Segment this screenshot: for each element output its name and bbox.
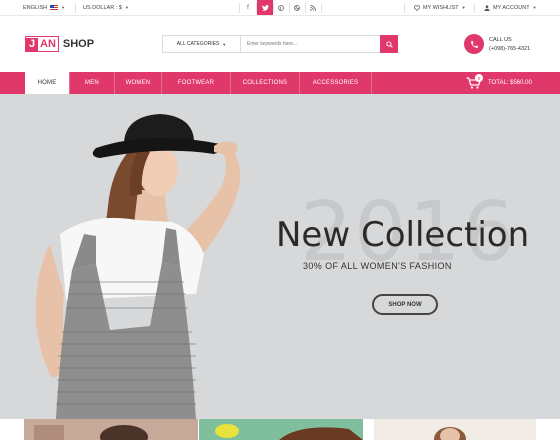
search-bar: ALL CATEGORIES ▼	[162, 35, 398, 53]
nav-item-accessories[interactable]: ACCESSORIES	[300, 72, 371, 94]
phone-icon	[464, 34, 484, 54]
logo-wordmark: SHOP	[62, 38, 95, 50]
rss-icon[interactable]	[305, 0, 321, 15]
wishlist-label: MY WISHLIST	[423, 4, 459, 11]
nav-item-collections[interactable]: COLLECTIONS	[231, 72, 299, 94]
cart-count-badge: 0	[475, 74, 483, 82]
chevron-down-icon: ▼	[124, 5, 129, 10]
hero-subtitle: 30% OF ALL WOMEN'S FASHION	[303, 261, 452, 271]
account-label: MY ACCOUNT	[493, 4, 530, 11]
category-dropdown[interactable]: ALL CATEGORIES ▼	[163, 36, 241, 52]
call-info: CALL US (+098)-765-4321	[489, 36, 530, 54]
dribbble-icon[interactable]	[289, 0, 305, 15]
category-banner-3[interactable]	[374, 419, 536, 440]
site-logo[interactable]: J AN SHOP	[25, 36, 94, 52]
chevron-down-icon: ▼	[61, 5, 66, 10]
category-banner-1[interactable]	[24, 419, 198, 440]
chevron-down-icon: ▼	[532, 5, 537, 10]
search-button[interactable]	[380, 35, 398, 53]
pinterest-icon[interactable]	[273, 0, 289, 15]
us-flag-icon	[50, 5, 59, 10]
language-selector[interactable]: ENGLISH ▼	[23, 0, 65, 15]
call-label: CALL US	[489, 37, 512, 43]
phone-number: (+098)-765-4321	[489, 46, 531, 52]
category-label: ALL CATEGORIES	[176, 41, 220, 47]
search-input[interactable]	[241, 36, 380, 52]
nav-item-women[interactable]: WOMEN	[115, 72, 161, 94]
nav-item-men[interactable]: MEN	[70, 72, 114, 94]
nav-item-footwear[interactable]: FOOTWEAR	[162, 72, 230, 94]
logo-mark: J AN	[25, 36, 59, 52]
hero-model-image	[35, 114, 241, 419]
facebook-icon[interactable]: f	[240, 0, 256, 15]
chevron-down-icon: ▼	[461, 5, 466, 10]
logo-letter: J	[26, 37, 38, 51]
currency-selector[interactable]: US DOLLAR : $ ▼	[83, 0, 129, 15]
account-link[interactable]: MY ACCOUNT ▼	[484, 0, 537, 15]
cart-total[interactable]: TOTAL: $560.00	[488, 72, 532, 94]
logo-text: AN	[40, 38, 56, 50]
category-banner-2[interactable]	[199, 419, 363, 440]
top-bar: ENGLISH ▼ US DOLLAR : $ ▼ f MY WISHLIST …	[0, 0, 560, 16]
search-icon	[385, 40, 393, 48]
main-nav: HOME MEN WOMEN FOOTWEAR COLLECTIONS ACCE…	[0, 72, 560, 94]
nav-item-home[interactable]: HOME	[25, 72, 69, 94]
shop-now-button[interactable]: SHOP NOW	[372, 294, 438, 315]
wishlist-link[interactable]: MY WISHLIST ▼	[414, 0, 466, 15]
twitter-icon[interactable]	[257, 0, 273, 15]
heart-icon	[414, 4, 420, 11]
chevron-down-icon: ▼	[222, 41, 227, 47]
currency-label: US DOLLAR : $	[83, 4, 122, 11]
language-label: ENGLISH	[23, 4, 48, 11]
hero-banner: 2016 New Collection 30% OF ALL WOMEN'S F…	[0, 94, 560, 419]
user-icon	[484, 4, 490, 11]
hero-title: New Collection	[276, 215, 530, 255]
